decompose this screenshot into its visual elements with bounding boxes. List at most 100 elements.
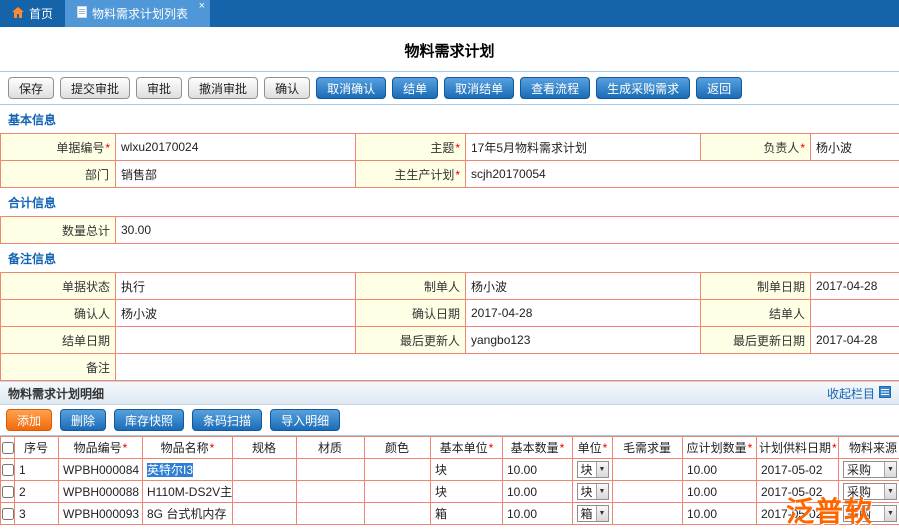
cell-unit: 箱▼ [573, 503, 613, 525]
make-date-value: 2017-04-28 [811, 273, 899, 300]
cell-item-name[interactable]: 英特尔I3 [143, 459, 233, 481]
add-row-button[interactable]: 添加 [6, 409, 52, 431]
unit-select[interactable]: 块▼ [577, 461, 609, 478]
cell-item-name[interactable]: H110M-DS2V主板 [143, 481, 233, 503]
confirm-date-label: 确认日期 [356, 300, 466, 327]
doc-no-field[interactable]: wlxu20170024 [116, 134, 356, 161]
cell-base-qty[interactable]: 10.00 [503, 481, 573, 503]
header-item-no: 物品编号* [59, 437, 143, 459]
header-item-name: 物品名称* [143, 437, 233, 459]
tab-home-label: 首页 [29, 5, 53, 22]
cell-material[interactable] [297, 503, 365, 525]
header-unit: 单位* [573, 437, 613, 459]
row-checkbox[interactable] [2, 464, 14, 476]
subject-field[interactable]: 17年5月物料需求计划 [466, 134, 701, 161]
import-detail-button[interactable]: 导入明细 [270, 409, 340, 431]
status-value: 执行 [116, 273, 356, 300]
submit-approval-button[interactable]: 提交审批 [60, 77, 130, 99]
document-icon [77, 6, 87, 21]
header-base-qty: 基本数量* [503, 437, 573, 459]
cell-item-name[interactable]: 8G 台式机内存 [143, 503, 233, 525]
dept-label: 部门 [1, 161, 116, 188]
subject-label: 主题* [356, 134, 466, 161]
approve-button[interactable]: 审批 [136, 77, 182, 99]
cell-unit: 块▼ [573, 459, 613, 481]
section-basic-info: 基本信息 [0, 105, 899, 133]
cell-seq: 3 [15, 503, 59, 525]
delete-row-button[interactable]: 删除 [60, 409, 106, 431]
cell-supply-date[interactable]: 2017-05-02 [757, 459, 839, 481]
table-row: 3 WPBH000093 8G 台式机内存 箱 10.00 箱▼ 10.00 2… [1, 503, 899, 525]
cell-item-no[interactable]: WPBH000088 [59, 481, 143, 503]
source-select[interactable]: 采购▼ [843, 461, 897, 478]
chevron-down-icon: ▼ [596, 484, 608, 499]
header-spec: 规格 [233, 437, 297, 459]
closer-value [811, 300, 899, 327]
cell-color[interactable] [365, 481, 431, 503]
remarks-info-table: 单据状态 执行 制单人 杨小波 制单日期 2017-04-28 确认人 杨小波 … [0, 272, 899, 381]
header-plan-qty: 应计划数量* [683, 437, 757, 459]
cell-plan-qty[interactable]: 10.00 [683, 481, 757, 503]
dept-field[interactable]: 销售部 [116, 161, 356, 188]
collapse-columns-link[interactable]: 收起栏目 [827, 385, 891, 402]
cell-source: 采购▼ [839, 459, 899, 481]
cell-item-no[interactable]: WPBH000084 [59, 459, 143, 481]
unit-select[interactable]: 箱▼ [577, 505, 609, 522]
save-button[interactable]: 保存 [8, 77, 54, 99]
cell-spec[interactable] [233, 459, 297, 481]
cancel-confirm-button[interactable]: 取消确认 [316, 77, 386, 99]
row-select-cell [1, 459, 15, 481]
cell-color[interactable] [365, 503, 431, 525]
owner-field[interactable]: 杨小波 [811, 134, 899, 161]
row-checkbox[interactable] [2, 486, 14, 498]
cell-gross-demand[interactable] [613, 503, 683, 525]
toolbar: 保存 提交审批 审批 撤消审批 确认 取消确认 结单 取消结单 查看流程 生成采… [0, 71, 899, 105]
confirm-button[interactable]: 确认 [264, 77, 310, 99]
cell-material[interactable] [297, 481, 365, 503]
barcode-scan-button[interactable]: 条码扫描 [192, 409, 262, 431]
cell-material[interactable] [297, 459, 365, 481]
header-base-unit: 基本单位* [431, 437, 503, 459]
cancel-close-button[interactable]: 取消结单 [444, 77, 514, 99]
cell-plan-qty[interactable]: 10.00 [683, 459, 757, 481]
inventory-snapshot-button[interactable]: 库存快照 [114, 409, 184, 431]
cell-base-unit: 箱 [431, 503, 503, 525]
status-label: 单据状态 [1, 273, 116, 300]
detail-section-header: 物料需求计划明细 收起栏目 [0, 381, 899, 405]
maker-value: 杨小波 [466, 273, 701, 300]
detail-table: 序号 物品编号* 物品名称* 规格 材质 颜色 基本单位* 基本数量* 单位* … [0, 436, 899, 525]
row-select-cell [1, 503, 15, 525]
back-button[interactable]: 返回 [696, 77, 742, 99]
cell-spec[interactable] [233, 481, 297, 503]
last-update-date-label: 最后更新日期 [701, 327, 811, 354]
note-field[interactable] [116, 354, 899, 381]
row-checkbox[interactable] [2, 508, 14, 520]
close-date-label: 结单日期 [1, 327, 116, 354]
tab-bar: 首页 物料需求计划列表 × [0, 0, 899, 27]
view-flow-button[interactable]: 查看流程 [520, 77, 590, 99]
select-all-cell [1, 437, 15, 459]
make-date-label: 制单日期 [701, 273, 811, 300]
cell-item-no[interactable]: WPBH000093 [59, 503, 143, 525]
home-icon [12, 7, 24, 21]
cell-base-qty[interactable]: 10.00 [503, 459, 573, 481]
cell-color[interactable] [365, 459, 431, 481]
cell-base-qty[interactable]: 10.00 [503, 503, 573, 525]
generate-purchase-button[interactable]: 生成采购需求 [596, 77, 690, 99]
cell-spec[interactable] [233, 503, 297, 525]
tab-close-icon[interactable]: × [199, 1, 205, 12]
app-window: 首页 物料需求计划列表 × 物料需求计划 保存 提交审批 审批 撤消审批 确认 … [0, 0, 899, 532]
cell-plan-qty[interactable]: 10.00 [683, 503, 757, 525]
cell-gross-demand[interactable] [613, 459, 683, 481]
confirmer-value: 杨小波 [116, 300, 356, 327]
chevron-down-icon: ▼ [884, 462, 896, 477]
select-all-checkbox[interactable] [2, 442, 14, 454]
revoke-approval-button[interactable]: 撤消审批 [188, 77, 258, 99]
unit-select[interactable]: 块▼ [577, 483, 609, 500]
table-row: 1 WPBH000084 英特尔I3 块 10.00 块▼ 10.00 2017… [1, 459, 899, 481]
tab-mrp-list[interactable]: 物料需求计划列表 × [65, 0, 210, 27]
mps-field[interactable]: scjh20170054 [466, 161, 899, 188]
close-order-button[interactable]: 结单 [392, 77, 438, 99]
cell-gross-demand[interactable] [613, 481, 683, 503]
tab-home[interactable]: 首页 [0, 0, 65, 27]
